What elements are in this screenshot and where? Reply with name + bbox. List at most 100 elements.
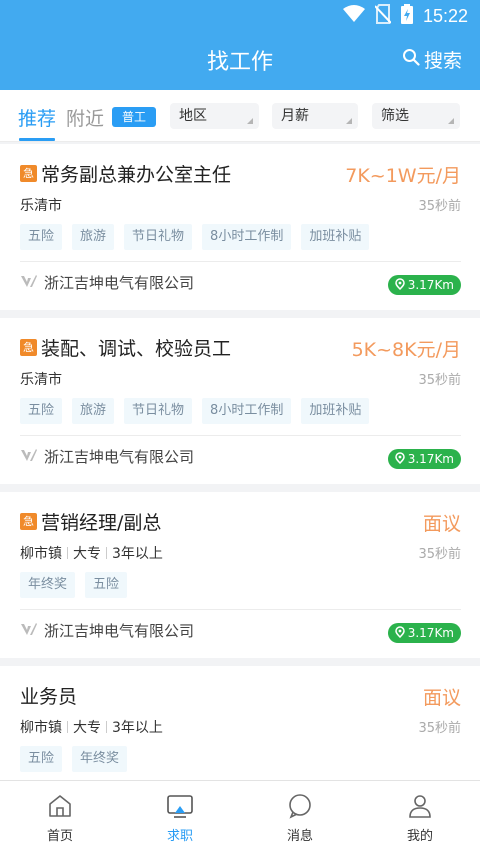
benefit-tags: 五险 年终奖: [20, 746, 128, 772]
job-post-time: 35秒前: [418, 721, 461, 736]
urgent-badge: 急: [20, 339, 37, 356]
job-city: 乐清市: [20, 372, 62, 388]
job-card[interactable]: 业务员 面议 柳市镇 大专 3年以上 35秒前 五险 年终奖: [0, 666, 480, 780]
job-card[interactable]: 急 常务副总兼办公室主任 7K~1W元/月 乐清市 35秒前 五险 旅游 节日礼…: [0, 144, 480, 310]
job-post-time: 35秒前: [418, 547, 461, 562]
job-city: 柳市镇: [20, 720, 62, 736]
job-title-row: 急 常务副总兼办公室主任: [20, 160, 231, 187]
benefit-tag: 旅游: [72, 224, 115, 250]
job-title-row: 急 装配、调试、校验员工: [20, 334, 231, 361]
benefit-tags: 年终奖 五险: [20, 572, 128, 598]
card-divider: [20, 435, 461, 436]
salary-dropdown-label: 月薪: [281, 108, 309, 124]
benefit-tag: 旅游: [72, 398, 115, 424]
job-title-row: 业务员: [20, 682, 77, 709]
tab-nearby[interactable]: 附近: [66, 104, 104, 131]
company-row[interactable]: 浙江吉坤电气有限公司: [20, 620, 194, 641]
benefit-tag: 五险: [20, 224, 63, 250]
job-salary: 7K~1W元/月: [345, 165, 461, 187]
company-logo-icon: [20, 447, 38, 467]
distance-badge: 3.17Km: [387, 275, 461, 295]
message-icon: [289, 794, 311, 819]
job-salary: 面议: [422, 513, 461, 535]
benefit-tag: 节日礼物: [124, 224, 193, 250]
tab-active-indicator: [19, 138, 55, 141]
company-logo-icon: [20, 621, 38, 641]
separator: [106, 547, 107, 559]
benefit-tag: 加班补贴: [301, 398, 370, 424]
nav-label-profile: 我的: [406, 829, 433, 844]
dropdown-arrow-icon: [247, 118, 253, 124]
benefit-tag: 五险: [20, 398, 63, 424]
job-city: 柳市镇: [20, 546, 62, 562]
card-divider: [20, 261, 461, 262]
no-sim-icon: [374, 4, 392, 28]
benefit-tags: 五险 旅游 节日礼物 8小时工作制 加班补贴: [20, 398, 370, 424]
tab-recommend[interactable]: 推荐: [18, 104, 56, 131]
urgent-badge: 急: [20, 165, 37, 182]
distance-value: 3.17Km: [407, 626, 454, 640]
status-time: 15:22: [422, 5, 468, 26]
job-type-tag[interactable]: 普工: [112, 107, 156, 127]
job-title: 业务员: [20, 686, 78, 708]
distance-badge: 3.17Km: [387, 623, 461, 643]
status-icons: 15:22: [342, 4, 468, 28]
home-icon: [49, 795, 71, 817]
dropdown-arrow-icon: [448, 118, 454, 124]
benefit-tag: 8小时工作制: [202, 224, 292, 250]
app-header: 找工作 搜索: [0, 30, 480, 90]
job-experience: 3年以上: [112, 546, 163, 562]
company-logo-icon: [20, 273, 38, 293]
job-title: 常务副总兼办公室主任: [41, 164, 232, 186]
benefit-tag: 五险: [85, 572, 128, 598]
region-dropdown[interactable]: 地区: [170, 103, 259, 129]
job-location: 柳市镇 大专 3年以上: [20, 543, 163, 563]
nav-item-home[interactable]: 首页: [20, 793, 100, 844]
job-card[interactable]: 急 装配、调试、校验员工 5K~8K元/月 乐清市 35秒前 五险 旅游 节日礼…: [0, 318, 480, 484]
salary-dropdown[interactable]: 月薪: [272, 103, 358, 129]
benefit-tag: 年终奖: [72, 746, 128, 772]
separator: [67, 721, 68, 733]
nav-item-profile[interactable]: 我的: [380, 793, 460, 844]
job-location: 柳市镇 大专 3年以上: [20, 717, 163, 737]
job-location: 乐清市: [20, 195, 62, 215]
distance-badge: 3.17Km: [387, 449, 461, 469]
company-row[interactable]: 浙江吉坤电气有限公司: [20, 446, 194, 467]
job-title: 营销经理/副总: [41, 512, 162, 534]
filter-bar: 推荐 附近 普工 地区 月薪 筛选: [0, 90, 480, 142]
search-label: 搜索: [423, 50, 462, 72]
benefit-tag: 五险: [20, 746, 63, 772]
job-education: 大专: [73, 720, 101, 736]
search-icon: [402, 48, 420, 71]
job-search-icon: [167, 795, 193, 818]
benefit-tag: 8小时工作制: [202, 398, 292, 424]
profile-icon: [409, 795, 431, 818]
company-row[interactable]: 浙江吉坤电气有限公司: [20, 272, 194, 293]
benefit-tag: 节日礼物: [124, 398, 193, 424]
distance-value: 3.17Km: [407, 452, 454, 466]
dropdown-arrow-icon: [346, 118, 352, 124]
distance-value: 3.17Km: [407, 278, 454, 292]
job-post-time: 35秒前: [418, 373, 461, 388]
nav-item-job-search[interactable]: 求职: [140, 793, 220, 844]
search-button[interactable]: 搜索: [402, 46, 462, 73]
benefit-tags: 五险 旅游 节日礼物 8小时工作制 加班补贴: [20, 224, 370, 250]
job-post-time: 35秒前: [418, 199, 461, 214]
nav-item-messages[interactable]: 消息: [260, 793, 340, 844]
location-pin-icon: [394, 451, 405, 467]
benefit-tag: 加班补贴: [301, 224, 370, 250]
job-salary: 5K~8K元/月: [351, 339, 461, 361]
nav-label-messages: 消息: [286, 829, 313, 844]
filter-dropdown[interactable]: 筛选: [372, 103, 460, 129]
job-salary: 面议: [422, 687, 461, 709]
status-bar: 15:22: [0, 0, 480, 30]
card-divider: [20, 609, 461, 610]
nav-label-home: 首页: [46, 829, 73, 844]
company-name: 浙江吉坤电气有限公司: [44, 448, 195, 466]
separator: [67, 547, 68, 559]
region-dropdown-label: 地区: [179, 108, 207, 124]
location-pin-icon: [394, 277, 405, 293]
job-card[interactable]: 急 营销经理/副总 面议 柳市镇 大专 3年以上 35秒前 年终奖 五险 浙江吉…: [0, 492, 480, 658]
job-experience: 3年以上: [112, 720, 163, 736]
job-city: 乐清市: [20, 198, 62, 214]
